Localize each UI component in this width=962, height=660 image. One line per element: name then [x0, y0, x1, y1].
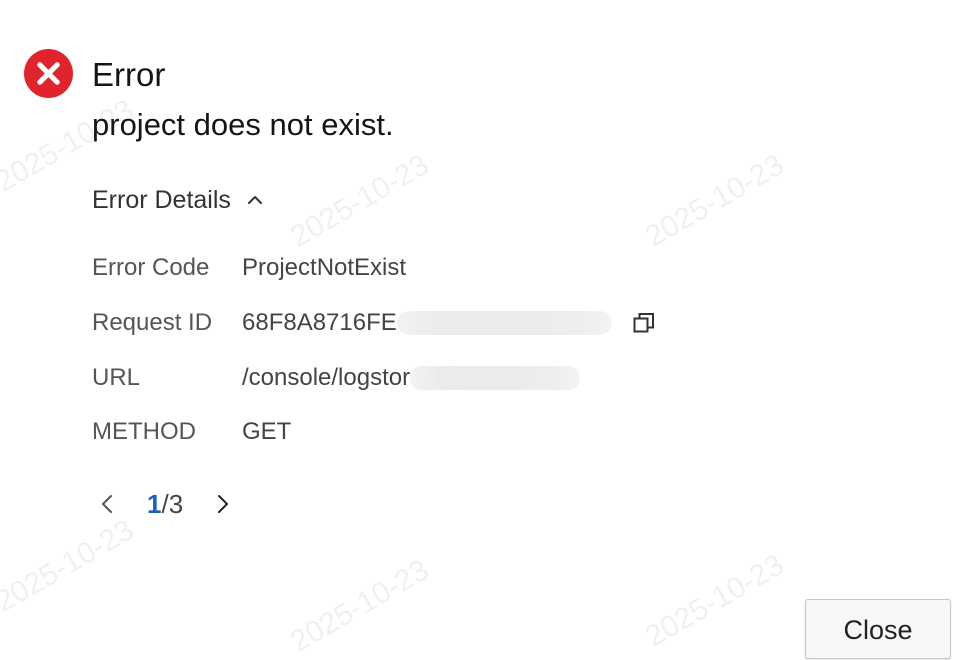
error-code-value: ProjectNotExist: [242, 254, 407, 281]
url-value: /console/logstor: [242, 364, 411, 391]
error-details-toggle[interactable]: Error Details: [92, 184, 263, 216]
detail-label: Request ID: [92, 309, 213, 336]
dialog-title: Error: [92, 56, 166, 93]
chevron-left-icon[interactable]: [97, 492, 117, 516]
detail-row-request-id: Request ID 68F8A8716FE: [92, 308, 612, 338]
request-id-value: 68F8A8716FE: [242, 309, 397, 336]
detail-label: URL: [92, 364, 141, 391]
method-value: GET: [242, 418, 292, 445]
error-pagination: 1 / 3: [97, 488, 233, 520]
detail-label: Error Code: [92, 254, 210, 281]
error-message: project does not exist.: [92, 107, 394, 142]
url-value-wrap: /console/logstor: [242, 363, 581, 393]
page-separator: /: [161, 489, 169, 519]
error-details-label: Error Details: [92, 186, 231, 214]
current-page: 1: [147, 489, 162, 519]
total-pages: 3: [168, 489, 184, 519]
request-id-value-wrap: 68F8A8716FE: [242, 308, 612, 338]
detail-row-method: METHOD GET: [92, 417, 291, 447]
detail-row-url: URL /console/logstor: [92, 363, 581, 393]
error-circle-x-icon: [24, 49, 73, 98]
redacted-blur: [410, 366, 581, 390]
redacted-blur: [396, 311, 612, 335]
close-button[interactable]: Close: [805, 599, 951, 659]
chevron-up-icon: [247, 196, 262, 204]
detail-row-error-code: Error Code ProjectNotExist: [92, 253, 406, 283]
copy-icon[interactable]: [632, 311, 656, 335]
error-dialog: Error project does not exist. Error Deta…: [0, 0, 962, 659]
chevron-right-icon[interactable]: [213, 492, 233, 516]
detail-label: METHOD: [92, 418, 196, 445]
